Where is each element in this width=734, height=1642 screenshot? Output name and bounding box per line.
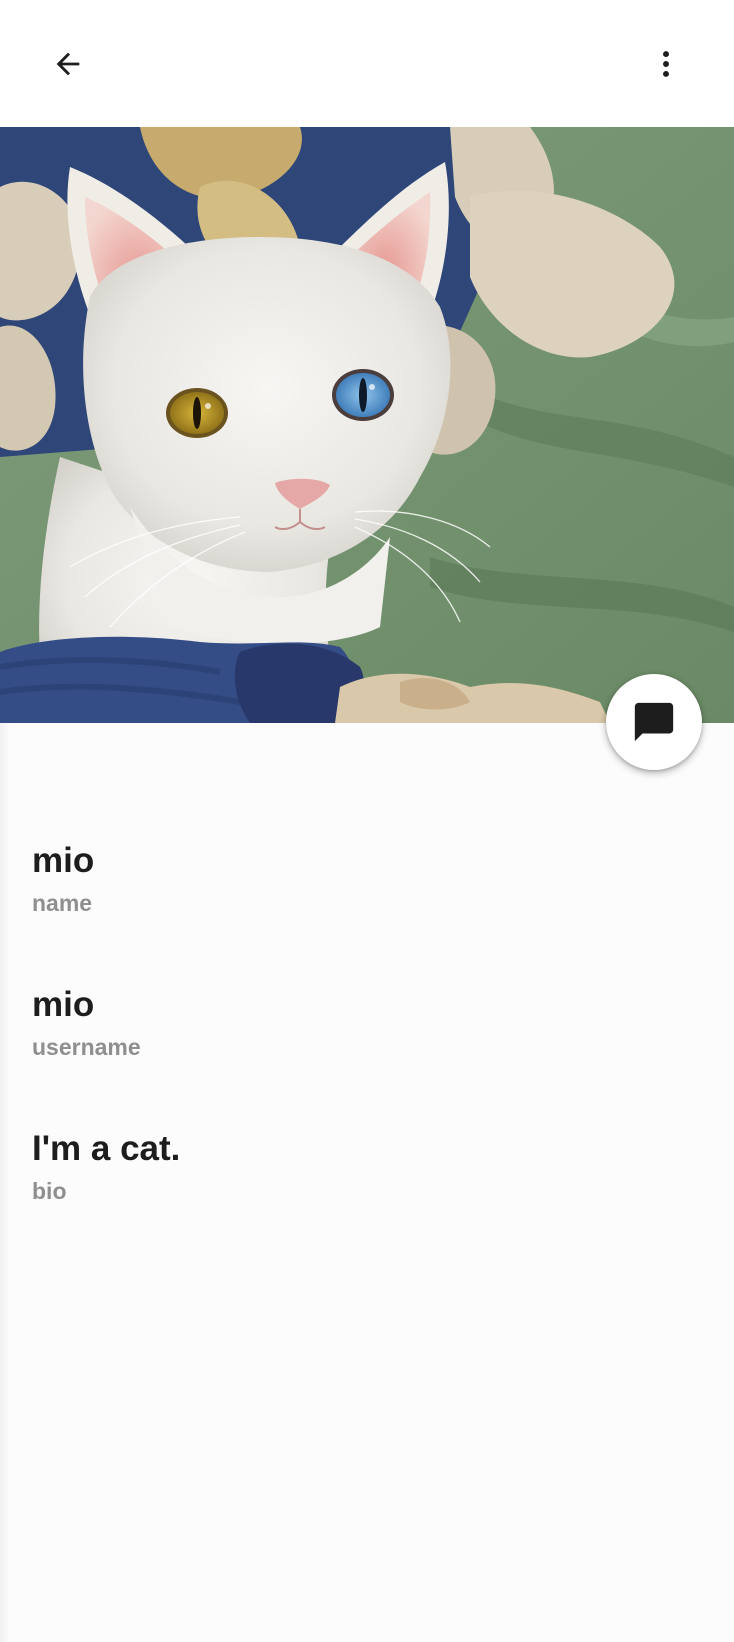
cat-photo-illustration — [0, 127, 734, 723]
more-vert-icon — [663, 51, 669, 77]
name-value: mio — [32, 841, 95, 880]
app-bar — [0, 0, 734, 127]
profile-field-username: mio username — [32, 985, 141, 1061]
bio-value: I'm a cat. — [32, 1129, 181, 1168]
profile-field-name: mio name — [32, 841, 94, 917]
message-button[interactable] — [606, 674, 702, 770]
more-options-button[interactable] — [634, 32, 698, 96]
profile-field-bio: I'm a cat. bio — [32, 1129, 180, 1205]
edge-shadow — [0, 722, 10, 1642]
profile-screen: mio name mio username I'm a cat. bio — [0, 0, 734, 1642]
arrow-back-icon — [56, 52, 80, 76]
username-label: username — [32, 1034, 141, 1060]
profile-photo — [0, 127, 734, 723]
username-value: mio — [32, 985, 95, 1024]
bio-label: bio — [32, 1178, 67, 1204]
chat-bubble-icon — [634, 702, 674, 742]
name-label: name — [32, 890, 93, 916]
back-button[interactable] — [36, 32, 100, 96]
